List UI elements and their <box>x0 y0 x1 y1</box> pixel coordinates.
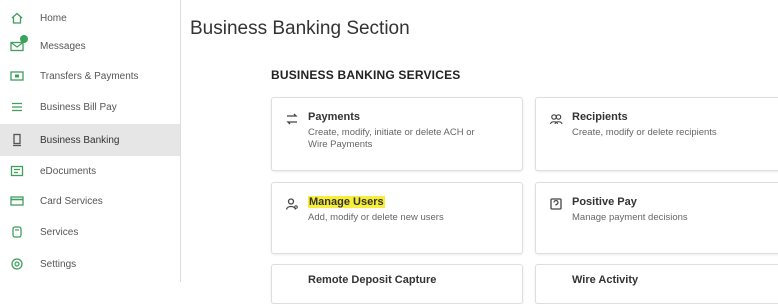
sidebar-item-label: Business Banking <box>40 134 120 146</box>
bill-pay-icon <box>10 100 24 114</box>
sidebar-item-settings[interactable]: Settings <box>0 248 180 280</box>
business-banking-icon <box>10 133 24 147</box>
positive-pay-card[interactable]: Positive Pay Manage payment decisions <box>535 182 778 254</box>
transfers-icon <box>10 69 24 83</box>
edocuments-icon <box>10 164 24 178</box>
sidebar-item-business-banking[interactable]: Business Banking <box>0 124 180 156</box>
sidebar: Home Messages Transfers & Payments Busin… <box>0 0 181 282</box>
remote-deposit-card[interactable]: Remote Deposit Capture <box>271 264 523 304</box>
sidebar-item-services[interactable]: Services <box>0 216 180 248</box>
sidebar-item-label: Home <box>40 12 67 24</box>
sidebar-item-label: Settings <box>40 258 77 270</box>
sidebar-item-transfers[interactable]: Transfers & Payments <box>0 60 180 92</box>
card-description: Manage payment decisions <box>572 212 688 223</box>
recipients-icon <box>549 112 563 126</box>
card-title: Manage Users <box>308 196 385 208</box>
sidebar-item-label: Services <box>40 226 79 238</box>
home-icon <box>10 11 24 25</box>
wire-activity-card[interactable]: Wire Activity <box>535 264 778 304</box>
section-heading: BUSINESS BANKING SERVICES <box>271 68 461 82</box>
card-title: Payments <box>308 111 360 123</box>
card-icon <box>10 194 24 208</box>
card-title: Recipients <box>572 111 628 123</box>
positive-pay-icon <box>549 197 563 211</box>
sidebar-item-messages[interactable]: Messages <box>0 30 180 62</box>
recipients-card[interactable]: Recipients Create, modify or delete reci… <box>535 97 778 171</box>
sidebar-item-bill-pay[interactable]: Business Bill Pay <box>0 91 180 123</box>
sidebar-item-label: Business Bill Pay <box>40 101 117 113</box>
settings-icon <box>10 257 24 271</box>
card-title: Positive Pay <box>572 196 637 208</box>
sidebar-item-label: Card Services <box>40 195 103 207</box>
card-description: Create, modify, initiate or delete ACH o… <box>308 127 475 150</box>
sidebar-item-label: Messages <box>40 40 86 52</box>
sidebar-item-card-services[interactable]: Card Services <box>0 185 180 217</box>
user-icon <box>285 197 299 211</box>
payments-icon <box>285 112 299 126</box>
sidebar-item-edocuments[interactable]: eDocuments <box>0 155 180 187</box>
card-title: Wire Activity <box>572 274 639 286</box>
page-title: Business Banking Section <box>190 18 410 39</box>
sidebar-item-label: Transfers & Payments <box>40 70 139 82</box>
payments-card[interactable]: Payments Create, modify, initiate or del… <box>271 97 523 171</box>
card-title: Remote Deposit Capture <box>308 274 437 286</box>
manage-users-card[interactable]: Manage Users Add, modify or delete new u… <box>271 182 523 254</box>
card-description: Add, modify or delete new users <box>308 212 444 223</box>
card-description: Create, modify or delete recipients <box>572 127 717 138</box>
notification-dot <box>20 35 28 43</box>
services-icon <box>10 225 24 239</box>
sidebar-item-label: eDocuments <box>40 165 97 177</box>
